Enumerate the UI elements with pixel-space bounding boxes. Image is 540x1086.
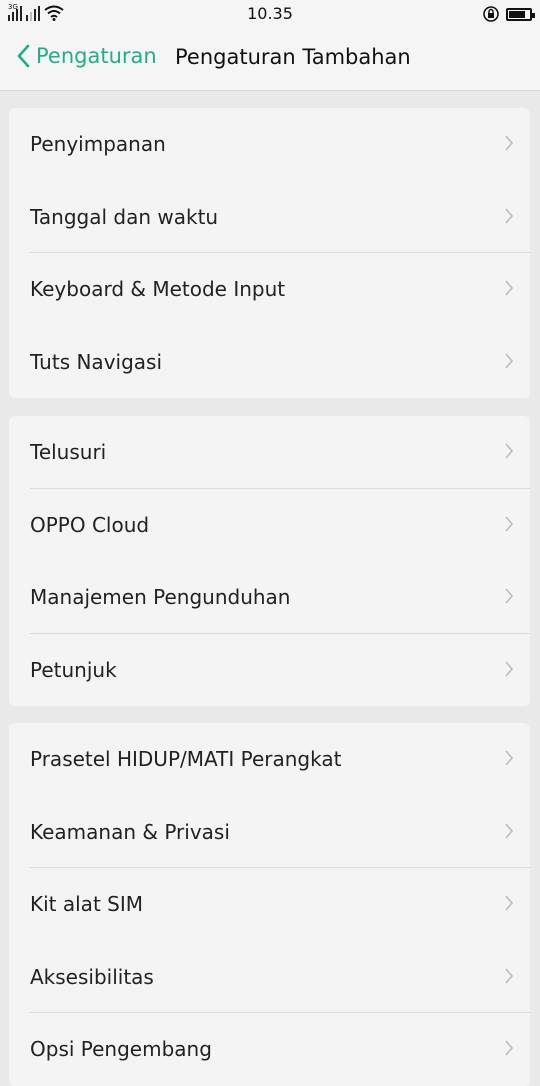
list-item-prasetel-hidup-mati[interactable]: Prasetel HIDUP/MATI Perangkat — [9, 723, 530, 796]
settings-group-3: Prasetel HIDUP/MATI Perangkat Keamanan &… — [9, 723, 530, 1086]
list-item-label: Tuts Navigasi — [30, 349, 163, 374]
chevron-right-icon — [505, 207, 514, 224]
chevron-right-icon — [505, 280, 514, 296]
back-button[interactable]: Pengaturan — [16, 44, 157, 68]
chevron-left-icon — [17, 44, 30, 68]
rotation-lock-icon — [483, 6, 499, 22]
list-item-label: Petunjuk — [30, 657, 117, 682]
back-label: Pengaturan — [36, 44, 157, 68]
list-item-aksesibilitas[interactable]: Aksesibilitas — [9, 941, 530, 1014]
list-item-label: Prasetel HIDUP/MATI Perangkat — [30, 747, 342, 771]
chevron-right-icon — [505, 588, 514, 604]
chevron-right-icon — [505, 1040, 514, 1056]
chevron-right-icon — [505, 822, 514, 839]
app-header: Pengaturan Pengaturan Tambahan — [0, 28, 540, 91]
list-item-keamanan-privasi[interactable]: Keamanan & Privasi — [9, 796, 530, 869]
battery-icon — [506, 7, 535, 21]
list-item-telusuri[interactable]: Telusuri — [9, 416, 530, 489]
list-item-manajemen-pengunduhan[interactable]: Manajemen Pengunduhan — [9, 561, 530, 634]
list-item-label: Opsi Pengembang — [30, 1037, 212, 1061]
list-item-label: Tanggal dan waktu — [30, 204, 219, 229]
list-item-label: Telusuri — [30, 440, 107, 464]
list-item-tuts-navigasi[interactable]: Tuts Navigasi — [9, 326, 530, 399]
settings-group-1: Penyimpanan Tanggal dan waktu Keyboard &… — [9, 108, 530, 398]
chevron-right-icon — [505, 352, 514, 369]
status-bar: 3G 10.35 — [0, 0, 540, 28]
list-item-label: Aksesibilitas — [30, 964, 154, 989]
chevron-right-icon — [505, 515, 514, 532]
chevron-right-icon — [505, 750, 514, 766]
list-item-label: Keyboard & Metode Input — [30, 277, 286, 301]
list-item-tanggal-dan-waktu[interactable]: Tanggal dan waktu — [9, 181, 530, 254]
status-right — [482, 5, 535, 23]
list-item-label: Penyimpanan — [30, 132, 166, 156]
chevron-right-icon — [505, 967, 514, 984]
list-item-oppo-cloud[interactable]: OPPO Cloud — [9, 489, 530, 562]
list-item-kit-alat-sim[interactable]: Kit alat SIM — [9, 868, 530, 941]
list-item-label: Kit alat SIM — [30, 892, 143, 916]
chevron-right-icon — [505, 135, 514, 151]
chevron-right-icon — [505, 895, 514, 911]
chevron-right-icon — [505, 443, 514, 459]
list-item-label: Keamanan & Privasi — [30, 819, 230, 844]
clock: 10.35 — [247, 4, 293, 23]
list-item-penyimpanan[interactable]: Penyimpanan — [9, 108, 530, 181]
list-item-label: OPPO Cloud — [30, 512, 150, 537]
settings-group-2: Telusuri OPPO Cloud Manajemen Pengunduha… — [9, 416, 530, 706]
chevron-right-icon — [505, 660, 514, 677]
list-item-petunjuk[interactable]: Petunjuk — [9, 634, 530, 707]
list-item-label: Manajemen Pengunduhan — [30, 585, 291, 609]
list-item-opsi-pengembang[interactable]: Opsi Pengembang — [9, 1013, 530, 1086]
page-title: Pengaturan Tambahan — [175, 45, 411, 69]
list-item-keyboard-metode-input[interactable]: Keyboard & Metode Input — [9, 253, 530, 326]
